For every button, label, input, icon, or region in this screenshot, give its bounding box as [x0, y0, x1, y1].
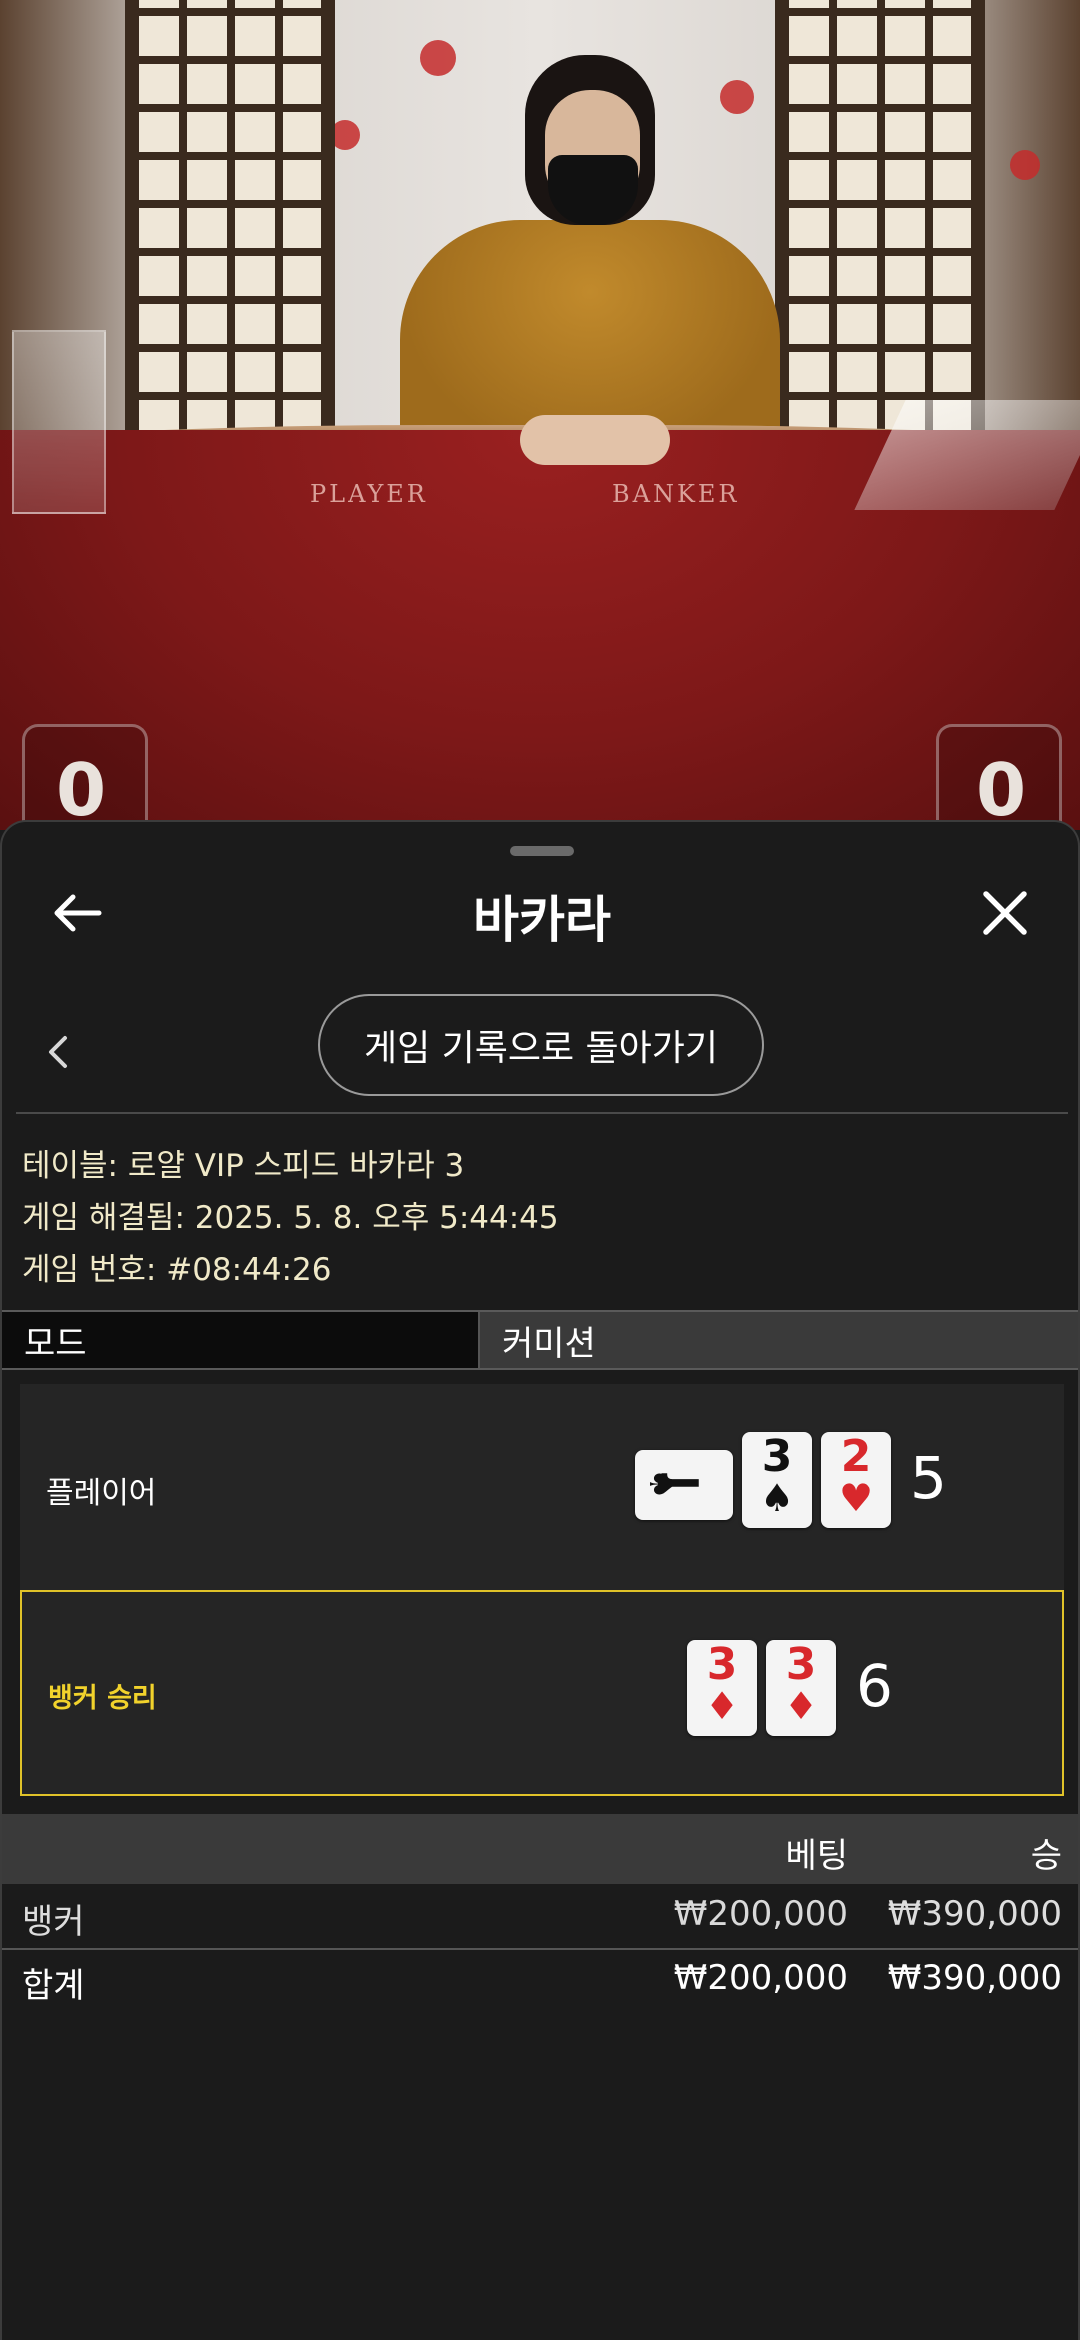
- player-score: 0: [56, 748, 107, 830]
- sheet-drag-handle[interactable]: [510, 846, 574, 856]
- close-icon: [983, 891, 1027, 935]
- playing-card: 2 ♥: [821, 1432, 891, 1528]
- game-number: 게임 번호: #08:44:26: [22, 1252, 332, 1288]
- playing-card: 3 ♠: [742, 1432, 812, 1528]
- player-hand-score: 5: [910, 1444, 947, 1512]
- card-suit-icon: ♥: [838, 1476, 874, 1520]
- felt-player-label: PLAYER: [310, 480, 428, 508]
- total-bet-amount: ₩200,000: [673, 1958, 848, 1998]
- previous-game-button[interactable]: [32, 1022, 82, 1082]
- card-suit-icon: ♠: [759, 1476, 795, 1520]
- card-suit-icon: ♦: [783, 1684, 819, 1728]
- table-row: 뱅커 ₩200,000 ₩390,000: [2, 1886, 1078, 1948]
- card-rank: 3: [706, 1639, 738, 1690]
- page-title: 바카라: [473, 891, 611, 949]
- back-to-history-button[interactable]: 게임 기록으로 돌아가기: [318, 994, 764, 1096]
- tab-mode[interactable]: 모드: [2, 1312, 478, 1368]
- player-hand-label: 플레이어: [46, 1476, 157, 1511]
- lattice-screen: [775, 0, 985, 440]
- playing-card: 3 ♦: [687, 1640, 757, 1736]
- card-rank: 3: [761, 1431, 793, 1482]
- game-history-sheet: 바카라 게임 기록으로 돌아가기 테이블: 로얄 VIP 스피드 바카라 3 게…: [0, 820, 1080, 2340]
- playing-card: 3 ♦: [766, 1640, 836, 1736]
- win-column-header: 승: [1030, 1836, 1062, 1876]
- felt-banker-label: BANKER: [612, 480, 740, 508]
- blossom-decoration: [720, 80, 754, 114]
- tab-commission[interactable]: 커미션: [478, 1312, 1078, 1368]
- table-row-total: 합계 ₩200,000 ₩390,000: [2, 1950, 1078, 2012]
- banker-score: 0: [976, 748, 1027, 830]
- banker-hand-row: 뱅커 승리 3 ♦ 3 ♦ 6: [20, 1590, 1064, 1796]
- banker-hand-score: 6: [856, 1652, 893, 1720]
- bets-table-header: 베팅 승: [2, 1814, 1078, 1884]
- card-rank: 2: [840, 1431, 872, 1482]
- bet-column-header: 베팅: [785, 1836, 848, 1876]
- card-rank: 3: [785, 1639, 817, 1690]
- dealer-mask: [548, 155, 638, 225]
- card-holder: [12, 330, 106, 514]
- chevron-left-icon: [49, 1036, 67, 1068]
- live-video-feed: PLAYER BANKER 0 0: [0, 0, 1080, 830]
- player-hand-row: 플레이어 J ♠ 3 ♠ 2 ♥ 5: [20, 1384, 1064, 1590]
- bet-type-label: 뱅커: [22, 1902, 85, 1942]
- playing-card: J ♠: [635, 1450, 733, 1520]
- divider: [16, 1112, 1068, 1114]
- banker-win-label: 뱅커 승리: [48, 1683, 157, 1714]
- total-label: 합계: [22, 1966, 85, 2006]
- card-suit-icon: ♦: [704, 1684, 740, 1728]
- total-win-amount: ₩390,000: [887, 1958, 1062, 1998]
- view-tabs: 모드 커미션: [2, 1310, 1078, 1370]
- blossom-decoration: [1010, 150, 1040, 180]
- win-amount: ₩390,000: [887, 1894, 1062, 1934]
- table-name: 테이블: 로얄 VIP 스피드 바카라 3: [22, 1148, 465, 1184]
- lattice-screen: [125, 0, 335, 440]
- card-suit-icon: ♠: [641, 1467, 683, 1501]
- close-button[interactable]: [970, 878, 1040, 948]
- bet-amount: ₩200,000: [673, 1894, 848, 1934]
- dealer-hands: [520, 415, 670, 465]
- resolved-time: 게임 해결됨: 2025. 5. 8. 오후 5:44:45: [22, 1200, 559, 1236]
- blossom-decoration: [420, 40, 456, 76]
